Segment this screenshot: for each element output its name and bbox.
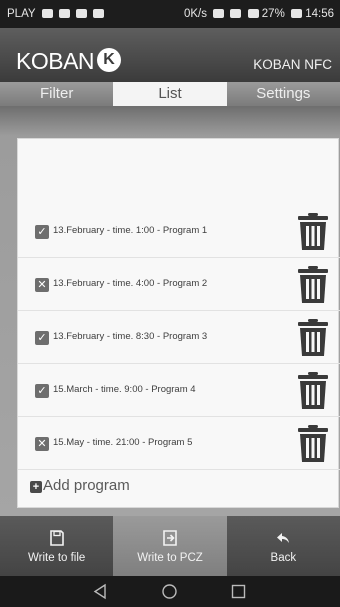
program-label: 13.February - time. 4:00 - Program 2 — [53, 278, 208, 289]
nav-back-icon[interactable] — [92, 583, 109, 600]
program-label: 15.March - time. 9:00 - Program 4 — [53, 384, 196, 395]
tab-settings[interactable]: Settings — [226, 82, 340, 106]
trash-icon[interactable] — [298, 213, 328, 251]
app-title: KOBAN NFC — [253, 57, 332, 72]
program-row: ✕ 15.May - time. 21:00 - Program 5 — [18, 417, 340, 470]
write-to-file-button[interactable]: Write to file — [0, 516, 114, 576]
back-label: Back — [270, 552, 297, 564]
nav-home-icon[interactable] — [161, 583, 178, 600]
program-row: ✓ 13.February - time. 1:00 - Program 1 — [18, 205, 340, 258]
program-label: 15.May - time. 21:00 - Program 5 — [53, 437, 193, 448]
add-program-label: Add program — [43, 477, 130, 494]
plus-icon: + — [30, 481, 42, 493]
checkbox-checked[interactable]: ✓ — [35, 384, 49, 398]
image-icon — [93, 9, 105, 18]
program-row: ✓ 13.February - time. 8:30 - Program 3 — [18, 311, 340, 364]
status-left: PLAY — [7, 8, 105, 20]
program-row: ✓ 15.March - time. 9:00 - Program 4 — [18, 364, 340, 417]
nav-recents-icon[interactable] — [230, 583, 247, 600]
clock: 14:56 — [305, 8, 334, 20]
bottom-action-bar: Write to file Write to PCZ Back — [0, 516, 340, 576]
mail-icon — [58, 9, 70, 18]
net-speed: 0K/s — [183, 8, 207, 20]
trash-icon[interactable] — [298, 266, 328, 304]
trash-icon[interactable] — [298, 425, 328, 463]
tab-bar: Filter List Settings — [0, 82, 340, 106]
carrier-label: PLAY — [7, 8, 36, 20]
nfc-icon — [213, 9, 225, 18]
system-nav-bar — [0, 576, 340, 607]
write-to-pcz-button[interactable]: Write to PCZ — [113, 516, 227, 576]
app-header: KOBAN K KOBAN NFC — [0, 28, 340, 82]
battery-level: 27% — [261, 8, 285, 20]
add-program-button[interactable]: + Add program — [30, 477, 130, 494]
status-bar: PLAY 0K/s 27% 14:56 — [0, 0, 340, 28]
notification-icon — [41, 9, 53, 18]
write-to-file-label: Write to file — [28, 552, 86, 564]
checkbox-checked[interactable]: ✓ — [35, 225, 49, 239]
program-row: ✕ 13.February - time. 4:00 - Program 2 — [18, 258, 340, 311]
checkbox-unchecked[interactable]: ✕ — [35, 278, 49, 292]
alarm-icon — [230, 9, 242, 18]
status-right: 0K/s 27% 14:56 — [184, 8, 334, 20]
program-list: ✓ 13.February - time. 1:00 - Program 1 ✕… — [17, 138, 340, 508]
signal-icon — [247, 9, 259, 18]
back-button[interactable]: Back — [226, 516, 340, 576]
logo-text: KOBAN — [16, 48, 95, 74]
app-icon — [75, 9, 87, 18]
logo-mark-icon: K — [97, 48, 121, 72]
checkbox-checked[interactable]: ✓ — [35, 331, 49, 345]
floppy-disk-icon — [49, 530, 64, 546]
program-label: 13.February - time. 1:00 - Program 1 — [53, 225, 208, 236]
program-label: 13.February - time. 8:30 - Program 3 — [53, 331, 208, 342]
trash-icon[interactable] — [298, 372, 328, 410]
battery-icon — [291, 9, 303, 18]
tab-filter[interactable]: Filter — [0, 82, 114, 106]
write-to-pcz-label: Write to PCZ — [137, 552, 203, 564]
checkbox-unchecked[interactable]: ✕ — [35, 437, 49, 451]
trash-icon[interactable] — [298, 319, 328, 357]
export-icon — [163, 530, 177, 546]
tab-list[interactable]: List — [113, 82, 227, 106]
reply-arrow-icon — [277, 533, 290, 543]
